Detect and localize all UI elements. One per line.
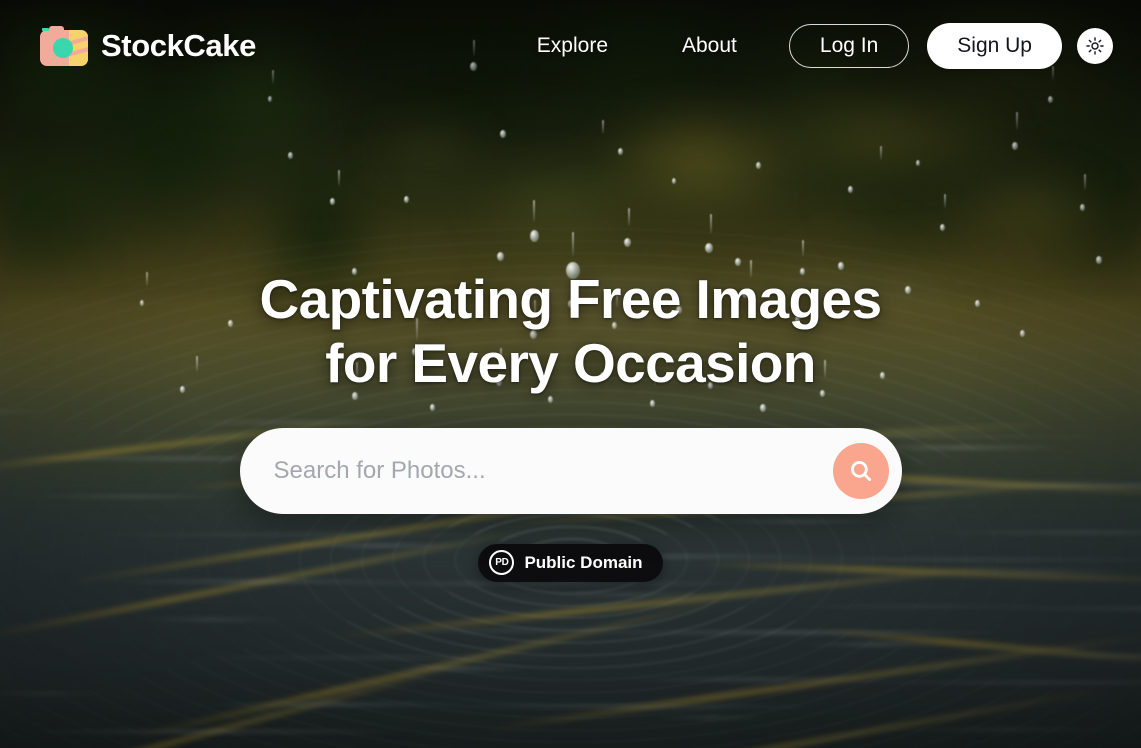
search-button[interactable] <box>832 442 889 499</box>
page-title: Captivating Free Images for Every Occasi… <box>259 268 883 396</box>
search-input[interactable] <box>239 456 902 485</box>
headline-line-1: Captivating Free Images <box>259 268 883 330</box>
headline-line-2: for Every Occasion <box>325 331 816 394</box>
search-bar <box>239 427 902 514</box>
status-badge[interactable]: PD Public Domain <box>478 543 663 582</box>
hero-content: Captivating Free Images for Every Occasi… <box>0 268 1141 582</box>
login-button[interactable]: Log In <box>788 24 910 68</box>
brand-name: StockCake <box>101 28 256 63</box>
sun-icon[interactable] <box>1077 28 1113 64</box>
nav-link-explore[interactable]: Explore <box>537 34 608 58</box>
signup-button[interactable]: Sign Up <box>927 23 1062 69</box>
navbar: StockCake Explore About Log In Sign Up <box>0 0 1141 92</box>
camera-cake-icon <box>40 26 88 66</box>
hero-section: StockCake Explore About Log In Sign Up C… <box>0 0 1141 748</box>
nav-link-about[interactable]: About <box>682 34 737 58</box>
nav-actions: Explore About Log In Sign Up <box>537 23 1113 69</box>
status-badge-label: Public Domain <box>524 552 643 572</box>
brand-logo[interactable]: StockCake <box>40 26 256 66</box>
public-domain-icon: PD <box>489 550 515 576</box>
